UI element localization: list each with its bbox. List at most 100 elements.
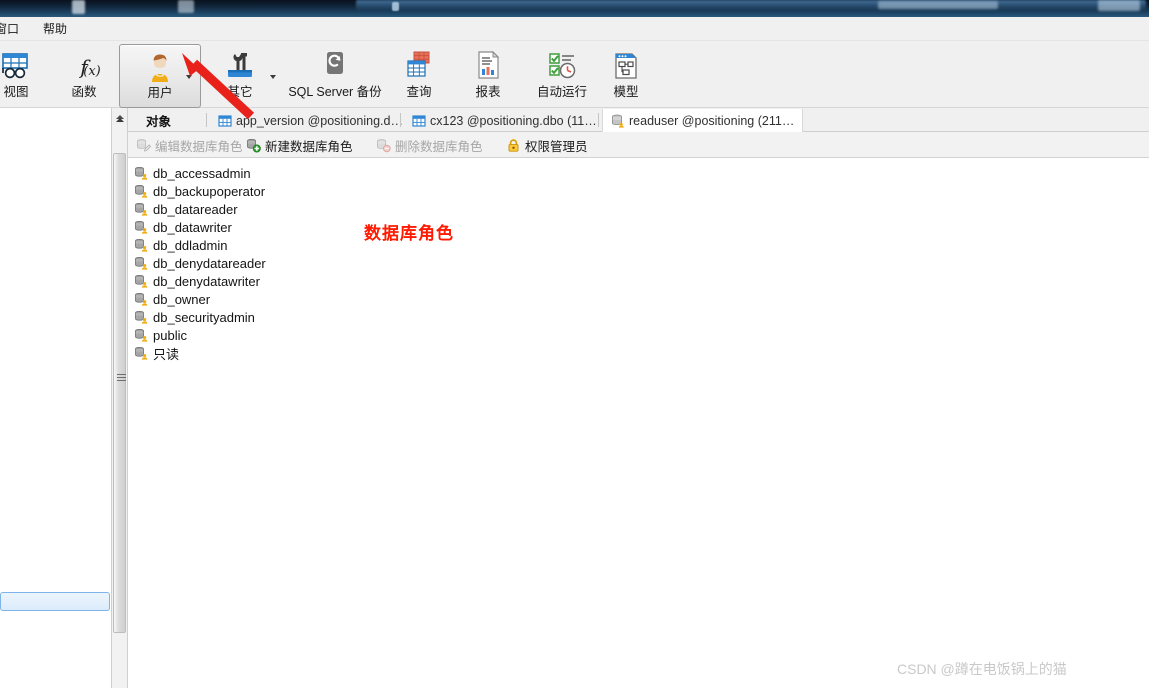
backup-restore-icon xyxy=(327,52,343,74)
db-role-icon xyxy=(135,292,148,306)
list-item[interactable]: public xyxy=(134,326,187,344)
toolbar-permission-admin[interactable]: 权限管理员 xyxy=(506,136,588,154)
view-table-icon xyxy=(2,53,28,79)
tab-readuser[interactable]: readuser @positioning (211… xyxy=(602,109,804,132)
ribbon-button-view[interactable]: 视图 xyxy=(0,44,42,106)
db-role-icon xyxy=(135,184,148,198)
tab-divider xyxy=(400,113,401,127)
menu-bar: 窗口 帮助 xyxy=(0,17,1149,41)
db-role-icon xyxy=(135,166,148,180)
application-window: 窗口 帮助 视图 f (x) 函数 用户 其它 SQL Server 备份 查询… xyxy=(0,0,1149,688)
ribbon-button-query[interactable]: 查询 xyxy=(393,44,445,106)
ribbon-label: 模型 xyxy=(613,85,639,99)
csdn-watermark: CSDN @蹲在电饭锅上的猫 xyxy=(897,661,1067,677)
toolbar-label: 权限管理员 xyxy=(525,139,588,154)
database-role-list[interactable]: db_accessadmin db_backupoperator db_data… xyxy=(128,159,1149,688)
titlebar-glint xyxy=(392,2,399,11)
lock-icon xyxy=(508,138,519,152)
list-item-label: public xyxy=(153,327,187,343)
menu-item-help[interactable]: 帮助 xyxy=(40,20,70,38)
annotation-database-role-label: 数据库角色 xyxy=(364,224,454,243)
model-diagram-icon xyxy=(615,53,637,79)
object-explorer-scrollbar[interactable] xyxy=(112,108,128,688)
tab-scroll-up-button[interactable] xyxy=(113,112,127,128)
ribbon-button-model[interactable]: 模型 xyxy=(600,44,652,106)
list-item-label: db_securityadmin xyxy=(153,309,255,325)
list-item-label: 只读 xyxy=(153,346,180,362)
database-user-icon xyxy=(612,114,624,128)
delete-role-icon xyxy=(377,138,391,152)
titlebar-glint xyxy=(1098,0,1140,11)
chevron-up-icon xyxy=(116,118,124,122)
db-role-icon xyxy=(135,274,148,288)
list-item[interactable]: db_datareader xyxy=(134,200,238,218)
new-role-icon xyxy=(247,138,261,152)
ribbon-label: 查询 xyxy=(406,85,432,99)
tab-divider xyxy=(598,113,599,127)
db-role-icon xyxy=(135,310,148,324)
db-role-icon xyxy=(135,238,148,252)
role-toolbar: 编辑数据库角色 新建数据库角色 删除数据库角色 权限管理员 xyxy=(128,132,1149,158)
scrollbar-grip-icon xyxy=(117,374,126,383)
toolbar-new-database-role[interactable]: 新建数据库角色 xyxy=(246,136,353,154)
titlebar-glint xyxy=(356,0,1146,10)
tab-label: app_version @positioning.d… xyxy=(236,113,403,128)
function-fx-icon: f (x) xyxy=(78,55,100,79)
ribbon-label: 函数 xyxy=(71,85,97,99)
list-item[interactable]: 只读 xyxy=(134,344,179,362)
chevron-down-icon[interactable] xyxy=(270,75,276,79)
toolbar-label: 编辑数据库角色 xyxy=(155,139,243,154)
list-item-label: db_ddladmin xyxy=(153,237,228,253)
schedule-clock-icon xyxy=(549,53,576,79)
svg-text:(x): (x) xyxy=(83,64,100,79)
menu-item-window[interactable]: 窗口 xyxy=(0,20,22,38)
toolbar-label: 新建数据库角色 xyxy=(265,139,353,154)
db-role-icon xyxy=(135,202,148,216)
object-explorer-selected-row[interactable] xyxy=(0,592,110,611)
ribbon-button-autorun[interactable]: 自动运行 xyxy=(525,44,599,106)
table-icon xyxy=(412,114,426,127)
document-tab-strip: 对象 app_version @positioning.d… cx123 @po… xyxy=(116,108,1149,132)
scrollbar-thumb[interactable] xyxy=(113,153,126,633)
toolbar-edit-database-role[interactable]: 编辑数据库角色 xyxy=(136,136,243,154)
ribbon-label: 视图 xyxy=(3,85,29,99)
list-item-label: db_owner xyxy=(153,291,211,307)
report-document-icon xyxy=(478,50,500,79)
list-item[interactable]: db_denydatawriter xyxy=(134,272,260,290)
titlebar-glint xyxy=(878,1,998,9)
list-item[interactable]: db_ddladmin xyxy=(134,236,227,254)
titlebar-glint xyxy=(178,0,194,13)
list-item[interactable]: db_backupoperator xyxy=(134,182,265,200)
tab-cx123[interactable]: cx123 @positioning.dbo (11… xyxy=(404,109,605,132)
list-item[interactable]: db_securityadmin xyxy=(134,308,255,326)
db-role-icon xyxy=(135,346,148,360)
query-grid-icon xyxy=(407,51,430,77)
ribbon-label: SQL Server 备份 xyxy=(288,85,382,99)
ribbon-label: 自动运行 xyxy=(536,85,587,99)
toolbar-label: 删除数据库角色 xyxy=(395,139,483,154)
titlebar-glint xyxy=(72,0,85,14)
list-item-label: db_denydatareader xyxy=(153,255,266,271)
list-item[interactable]: db_accessadmin xyxy=(134,164,251,182)
ribbon-button-report[interactable]: 报表 xyxy=(462,44,514,106)
db-role-icon xyxy=(135,220,148,234)
ribbon-button-function[interactable]: f (x) 函数 xyxy=(58,44,110,106)
edit-role-icon xyxy=(137,138,151,152)
ribbon-label: 报表 xyxy=(475,85,501,99)
db-role-icon xyxy=(135,256,148,270)
toolbar-delete-database-role[interactable]: 删除数据库角色 xyxy=(376,136,483,154)
window-titlebar xyxy=(0,0,1149,17)
db-role-icon xyxy=(135,328,148,342)
tab-label: cx123 @positioning.dbo (11… xyxy=(430,113,597,128)
list-item-label: db_backupoperator xyxy=(153,183,266,199)
list-item[interactable]: db_datawriter xyxy=(134,218,232,236)
list-item[interactable]: db_denydatareader xyxy=(134,254,266,272)
list-item-label: db_denydatawriter xyxy=(153,273,260,289)
red-arrow-pointer xyxy=(182,53,255,120)
ribbon-button-sqlserver-backup[interactable]: SQL Server 备份 xyxy=(277,44,393,106)
tab-label: readuser @positioning (211… xyxy=(629,113,795,128)
object-explorer-panel[interactable] xyxy=(0,108,112,688)
list-item[interactable]: db_owner xyxy=(134,290,210,308)
list-item-label: db_datareader xyxy=(153,201,238,217)
list-item-label: db_datawriter xyxy=(153,219,232,235)
